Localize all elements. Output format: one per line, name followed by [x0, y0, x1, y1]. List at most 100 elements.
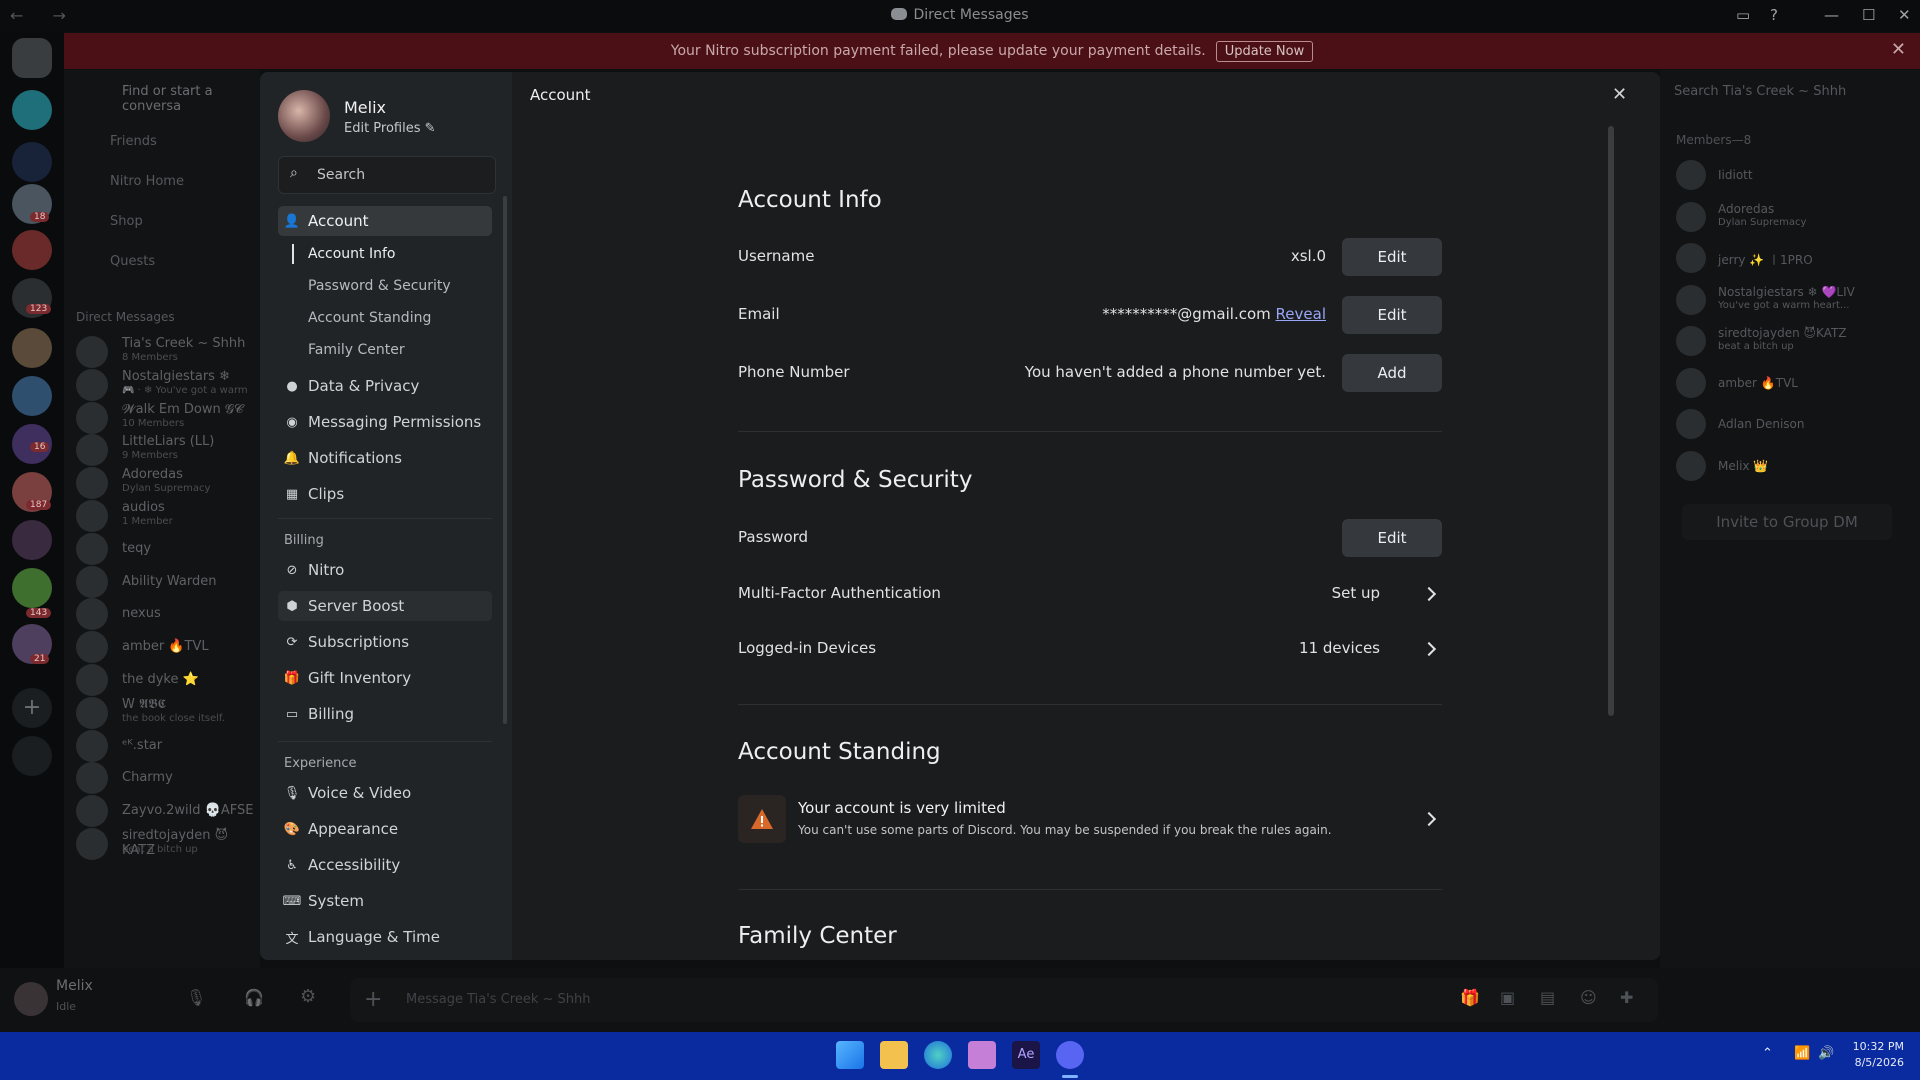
member-name[interactable]: Iidiott [1718, 168, 1753, 182]
dm-avatar[interactable] [76, 762, 108, 795]
add-phone-button[interactable]: Add [1342, 354, 1442, 392]
sidebar-item-billing[interactable]: ▭ Billing [278, 699, 492, 729]
sidebar-item-subscriptions[interactable]: ⟳ Subscriptions [278, 627, 492, 657]
mic-icon[interactable]: 🎙 [186, 988, 206, 1007]
server-icon[interactable] [12, 90, 52, 130]
add-attachment-icon[interactable]: + [364, 987, 382, 1012]
member-avatar[interactable] [1676, 243, 1706, 273]
dm-avatar[interactable] [76, 467, 108, 500]
dm-name[interactable]: ᵉᴷ.star [122, 738, 162, 753]
clock-date[interactable]: 8/5/2026 [1850, 1056, 1904, 1069]
edit-profiles-link[interactable]: Edit Profiles ✎ [344, 121, 436, 136]
dm-name[interactable]: nexus [122, 606, 161, 621]
message-input[interactable]: Message Tia's Creek ~ Shhh [406, 992, 591, 1007]
headset-icon[interactable]: 🎧 [244, 988, 264, 1007]
close-icon[interactable]: ✕ [1612, 84, 1627, 105]
member-name[interactable]: Adoredas [1718, 202, 1774, 216]
nav-shop[interactable]: Shop [110, 214, 143, 229]
minimize-button[interactable]: — [1824, 6, 1839, 24]
dm-name[interactable]: the dyke ⭐ [122, 672, 199, 687]
subitem-account-standing[interactable]: Account Standing [308, 310, 431, 326]
server-icon[interactable] [12, 230, 52, 270]
dm-name[interactable]: Zayvo.2wild 💀AFSE [122, 803, 253, 818]
mfa-setup-link[interactable]: Set up [1220, 584, 1380, 602]
member-avatar[interactable] [1676, 326, 1706, 356]
dm-avatar[interactable] [76, 696, 108, 729]
server-icon[interactable] [12, 328, 52, 368]
edit-email-button[interactable]: Edit [1342, 296, 1442, 334]
gif-icon[interactable]: ▣ [1500, 988, 1515, 1007]
invite-group-dm-button[interactable]: Invite to Group DM [1682, 504, 1892, 540]
member-avatar[interactable] [1676, 284, 1706, 315]
member-name[interactable]: siredtojayden 😈KATZ [1718, 326, 1847, 340]
members-search-input[interactable]: Search Tia's Creek ~ Shhh [1674, 84, 1846, 99]
dm-name[interactable]: Tia's Creek ~ Shhh [122, 336, 245, 351]
content-scrollbar[interactable] [1608, 126, 1614, 716]
dm-name[interactable]: Charmy [122, 770, 173, 785]
emoji-icon[interactable]: ☺ [1580, 988, 1597, 1007]
dm-avatar[interactable] [76, 828, 108, 860]
sidebar-item-gift-inventory[interactable]: 🎁 Gift Inventory [278, 663, 492, 693]
member-name[interactable]: jerry ✨ 〡1PRO [1718, 251, 1813, 268]
server-icon[interactable] [12, 142, 52, 182]
chevron-up-icon[interactable]: ⌃ [1762, 1046, 1773, 1061]
dm-avatar[interactable] [76, 500, 108, 532]
account-standing-row[interactable]: Your account is very limited You can't u… [738, 795, 1442, 845]
chevron-right-icon[interactable] [1421, 811, 1437, 827]
volume-icon[interactable]: 🔊 [1818, 1046, 1834, 1061]
nav-quests[interactable]: Quests [110, 254, 155, 269]
dm-name[interactable]: amber 🔥TVL [122, 639, 209, 654]
member-avatar[interactable] [1676, 450, 1706, 481]
nav-friends[interactable]: Friends [110, 134, 157, 149]
dm-name[interactable]: audios [122, 500, 165, 515]
edit-username-button[interactable]: Edit [1342, 238, 1442, 276]
sidebar-item-language-time[interactable]: 文 Language & Time [278, 922, 492, 952]
edge-icon[interactable] [924, 1041, 952, 1069]
sidebar-item-voice-video[interactable]: 🎙 Voice & Video [278, 778, 492, 808]
server-icon[interactable] [12, 520, 52, 560]
dm-avatar[interactable] [76, 664, 108, 696]
discord-taskbar-icon[interactable] [1056, 1041, 1084, 1069]
sidebar-item-server-boost[interactable]: ⬢ Server Boost [278, 591, 492, 621]
sidebar-item-account[interactable]: 👤 Account [278, 206, 492, 236]
sidebar-item-accessibility[interactable]: ♿ Accessibility [278, 850, 492, 880]
nav-nitro-home[interactable]: Nitro Home [110, 174, 184, 189]
dm-name[interactable]: Ability Warden [122, 574, 217, 589]
after-effects-icon[interactable]: Ae [1012, 1041, 1040, 1069]
gear-icon[interactable]: ⚙ [300, 986, 316, 1007]
gift-icon[interactable]: 🎁 [1460, 988, 1480, 1007]
member-avatar[interactable] [1676, 367, 1706, 398]
edit-password-button[interactable]: Edit [1342, 519, 1442, 557]
help-icon[interactable]: ? [1770, 6, 1778, 24]
avatar[interactable] [14, 982, 48, 1016]
apps-icon[interactable]: ✚ [1620, 988, 1633, 1007]
server-icon[interactable] [12, 568, 52, 608]
member-name[interactable]: Melix 👑 [1718, 459, 1768, 473]
dm-name[interactable]: 𝓦alk Em Down 𝓖𝓒 [122, 402, 243, 417]
dm-avatar[interactable] [76, 729, 108, 762]
sidebar-item-clips[interactable]: ▦ Clips [278, 479, 492, 509]
dm-avatar[interactable] [76, 532, 108, 565]
banner-close-icon[interactable]: ✕ [1891, 39, 1906, 60]
reveal-email-link[interactable]: Reveal [1276, 305, 1326, 323]
sidebar-item-appearance[interactable]: 🎨 Appearance [278, 814, 492, 844]
subitem-account-info[interactable]: Account Info [308, 246, 395, 262]
sidebar-item-system[interactable]: ⌨ System [278, 886, 492, 916]
sidebar-item-messaging-permissions[interactable]: ◉ Messaging Permissions [278, 407, 492, 437]
close-window-button[interactable]: ✕ [1898, 6, 1911, 24]
dm-avatar[interactable] [76, 795, 108, 828]
sidebar-item-nitro[interactable]: ⊘ Nitro [278, 555, 492, 585]
settings-search-input[interactable]: ⌕ Search [278, 156, 496, 194]
wifi-icon[interactable]: 📶 [1794, 1046, 1810, 1061]
dm-avatar[interactable] [76, 434, 108, 467]
dm-name[interactable]: teqy [122, 541, 151, 556]
update-now-button[interactable]: Update Now [1215, 40, 1314, 62]
member-name[interactable]: Adlan Denison [1718, 417, 1804, 431]
sidebar-scrollbar[interactable] [503, 196, 507, 724]
member-name[interactable]: amber 🔥TVL [1718, 376, 1798, 390]
dm-name[interactable]: W 𝕬𝕭𝕮 [122, 697, 166, 712]
app-icon[interactable] [968, 1041, 996, 1069]
member-avatar[interactable] [1676, 201, 1706, 232]
dm-name[interactable]: LittleLiars (LL) [122, 434, 214, 449]
find-conversation-input[interactable]: Find or start a conversa [122, 84, 260, 114]
